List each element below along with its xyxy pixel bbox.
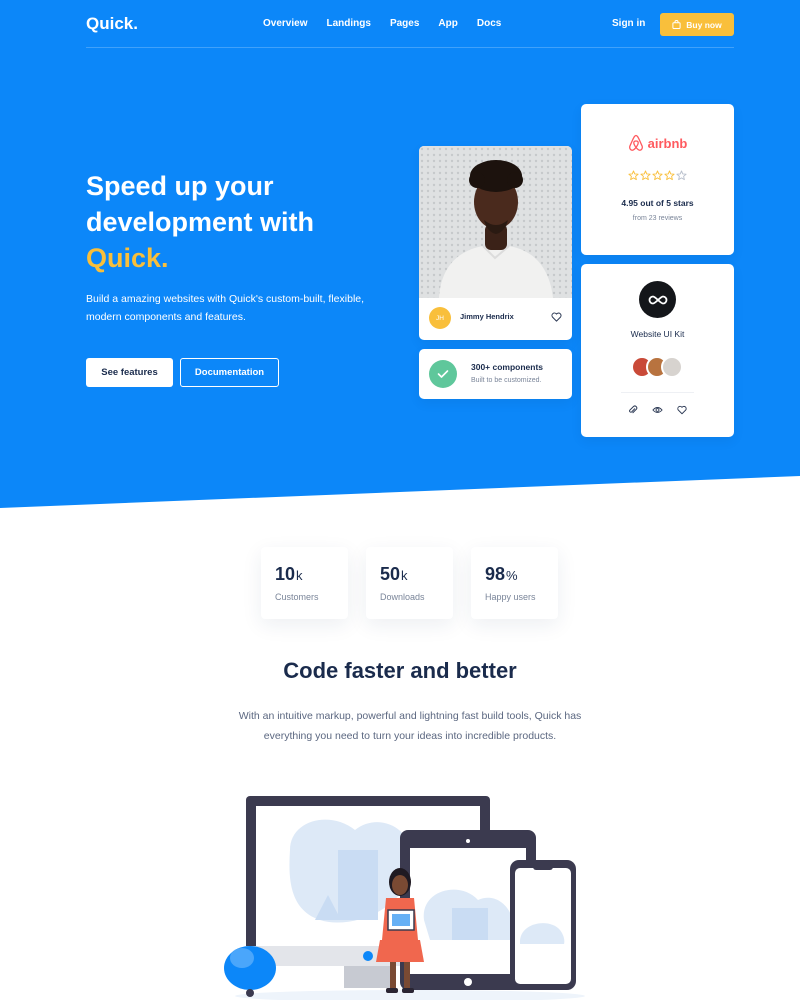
stat-value: 10k <box>275 564 303 584</box>
star-icon <box>676 170 687 181</box>
reviews-count: from 23 reviews <box>632 215 683 222</box>
headline-accent: Quick. <box>86 243 169 273</box>
sign-in-link[interactable]: Sign in <box>612 12 645 36</box>
product-card[interactable]: Website UI Kit <box>581 264 734 437</box>
stat-label: Customers <box>275 592 319 602</box>
paperclip-icon[interactable] <box>628 405 638 415</box>
initials-avatar: JH <box>429 307 451 329</box>
nav-links: Overview Landings Pages App Docs <box>263 12 520 36</box>
stat-card-downloads: 50k Downloads <box>366 547 453 619</box>
hero-subtext: Build a amazing websites with Quick's cu… <box>86 293 365 323</box>
top-navbar: Quick. Overview Landings Pages App Docs … <box>86 12 734 37</box>
avatar-group <box>631 356 685 378</box>
devices-illustration <box>224 796 585 1000</box>
stat-label: Happy users <box>485 592 536 602</box>
nav-link-overview[interactable]: Overview <box>263 12 307 36</box>
nav-divider <box>86 47 734 48</box>
stat-card-happy-users: 98% Happy users <box>471 547 558 619</box>
documentation-button[interactable]: Documentation <box>180 358 279 387</box>
components-title: 300+ components <box>471 362 544 372</box>
buy-now-label: Buy now <box>686 19 722 30</box>
section-text: With an intuitive markup, powerful and l… <box>238 710 582 742</box>
avatar <box>661 356 683 378</box>
star-rating <box>581 170 734 181</box>
stat-card-customers: 10k Customers <box>261 547 348 619</box>
buy-now-button[interactable]: Buy now <box>660 13 734 36</box>
airbnb-logo: airbnb <box>581 134 734 152</box>
stat-value: 50k <box>380 564 408 584</box>
profile-card[interactable]: JH Jimmy Hendrix <box>419 146 572 340</box>
headline-text: Speed up your development with <box>86 171 315 237</box>
stat-label: Downloads <box>380 592 425 602</box>
airbnb-icon <box>628 134 643 151</box>
check-icon <box>429 360 457 388</box>
rating-text: 4.95 out of 5 stars <box>621 198 694 208</box>
eye-icon[interactable] <box>652 405 663 415</box>
airbnb-wordmark: airbnb <box>647 135 688 151</box>
components-card: 300+ components Built to be customized. <box>419 349 572 399</box>
nav-link-app[interactable]: App <box>438 12 457 36</box>
see-features-button[interactable]: See features <box>86 358 173 387</box>
hero-section: Quick. Overview Landings Pages App Docs … <box>0 0 800 520</box>
product-title: Website UI Kit <box>630 329 685 339</box>
star-icon <box>628 170 639 181</box>
components-subtitle: Built to be customized. <box>471 377 542 384</box>
logo[interactable]: Quick. <box>86 12 138 36</box>
star-icon <box>652 170 663 181</box>
heart-icon[interactable] <box>551 312 562 322</box>
card-actions <box>581 405 734 415</box>
section-title: Code faster and better <box>283 658 517 683</box>
review-card: airbnb 4.95 out of 5 stars from 23 revie… <box>581 104 734 255</box>
shopping-bag-icon <box>672 20 681 29</box>
star-icon <box>640 170 651 181</box>
nav-link-pages[interactable]: Pages <box>390 12 419 36</box>
hero-headline: Speed up your development with Quick. <box>86 168 406 276</box>
profile-photo <box>419 146 572 298</box>
nav-link-landings[interactable]: Landings <box>326 12 370 36</box>
nav-link-docs[interactable]: Docs <box>477 12 501 36</box>
star-icon <box>664 170 675 181</box>
stat-value: 98% <box>485 564 518 584</box>
heart-icon[interactable] <box>677 405 687 415</box>
profile-footer: JH Jimmy Hendrix <box>419 298 572 340</box>
card-divider <box>621 392 694 393</box>
infinity-logo-icon <box>639 281 676 318</box>
profile-name: Jimmy Hendrix <box>460 312 514 321</box>
